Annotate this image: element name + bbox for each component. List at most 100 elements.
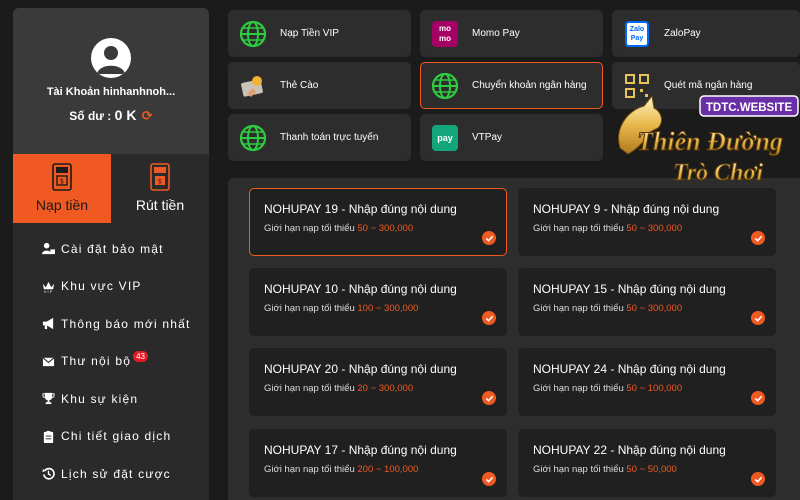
balance: Số dư : 0 K ⟳ xyxy=(13,107,209,124)
menu-item-label: Cài đặt bảo mật xyxy=(61,241,164,256)
menu-item-label: Lịch sử đặt cược xyxy=(61,466,171,481)
deposit-option[interactable]: NOHUPAY 19 - Nhập đúng nội dung Giới hạn… xyxy=(249,188,507,256)
user-silhouette-icon xyxy=(97,46,125,74)
check-icon xyxy=(751,391,765,405)
deposit-option[interactable]: NOHUPAY 22 - Nhập đúng nội dung Giới hạn… xyxy=(518,429,776,497)
check-icon xyxy=(482,311,496,325)
menu-item-security[interactable]: Cài đặt bảo mật xyxy=(13,230,209,268)
option-range: 50 ~ 300,000 xyxy=(626,223,683,234)
svg-text:$: $ xyxy=(60,178,64,186)
option-limit-label: Giới hạn nạp tối thiểu xyxy=(264,303,355,314)
option-range: 20 ~ 300,000 xyxy=(357,383,414,394)
thien-duong-tro-choi-logo: TDTC.WEBSITE Thiên Đường Trò Chơi xyxy=(618,94,799,187)
method-bank-transfer[interactable]: Chuyển khoản ngân hàng xyxy=(420,62,603,109)
unread-count-badge: 43 xyxy=(133,350,148,362)
atm-withdraw-icon: $ xyxy=(150,163,170,191)
method-zalopay[interactable]: Zalo Pay ZaloPay xyxy=(612,10,800,57)
menu-item-label: Thư nội bộ xyxy=(61,354,132,369)
tab-deposit-label: Nạp tiền xyxy=(35,197,89,213)
option-limit: Giới hạn nạp tối thiểu 20 ~ 300,000 xyxy=(264,383,506,395)
menu-item-events[interactable]: Khu sự kiện xyxy=(13,380,209,418)
scratch-card-icon xyxy=(239,72,267,100)
option-title: NOHUPAY 15 - Nhập đúng nội dung xyxy=(533,282,726,296)
method-vtpay[interactable]: pay VTPay xyxy=(420,114,603,161)
globe-icon xyxy=(431,72,459,100)
menu-item-vip[interactable]: VIP Khu vực VIP xyxy=(13,268,209,306)
option-title: NOHUPAY 22 - Nhập đúng nội dung xyxy=(533,443,726,457)
method-label: Thanh toán trực tuyến xyxy=(280,132,379,143)
menu-item-label: Khu sự kiện xyxy=(61,391,139,406)
menu-item-announcements[interactable]: Thông báo mới nhất xyxy=(13,305,209,343)
option-limit-label: Giới hạn nạp tối thiểu xyxy=(533,464,624,475)
check-icon xyxy=(751,231,765,245)
option-limit-label: Giới hạn nạp tối thiểu xyxy=(533,223,624,234)
globe-icon xyxy=(239,124,267,152)
option-limit: Giới hạn nạp tối thiểu 50 ~ 300,000 xyxy=(533,223,775,235)
account-sidebar: Tài Khoản hinhanhnoh... Số dư : 0 K ⟳ $ … xyxy=(13,8,209,500)
deposit-option[interactable]: NOHUPAY 10 - Nhập đúng nội dung Giới hạn… xyxy=(249,268,507,336)
deposit-option[interactable]: NOHUPAY 20 - Nhập đúng nội dung Giới hạn… xyxy=(249,348,507,416)
menu-item-inbox[interactable]: Thư nội bộ 43 xyxy=(13,343,209,381)
trophy-icon xyxy=(41,392,55,406)
option-range: 50 ~ 300,000 xyxy=(357,223,414,234)
check-icon xyxy=(751,472,765,486)
method-label: Momo Pay xyxy=(472,28,520,39)
tab-deposit[interactable]: $ Nạp tiền xyxy=(13,154,111,223)
option-limit-label: Giới hạn nạp tối thiểu xyxy=(533,303,624,314)
zalopay-icon: Zalo Pay xyxy=(623,20,651,48)
option-title: NOHUPAY 24 - Nhập đúng nội dung xyxy=(533,362,726,376)
option-range: 50 ~ 300,000 xyxy=(626,303,683,314)
method-label: Thẻ Cào xyxy=(280,80,319,91)
deposit-option[interactable]: NOHUPAY 9 - Nhập đúng nội dung Giới hạn … xyxy=(518,188,776,256)
option-limit: Giới hạn nạp tối thiểu 50 ~ 50,000 xyxy=(533,464,775,476)
check-icon xyxy=(751,311,765,325)
globe-icon xyxy=(239,20,267,48)
balance-value: 0 K xyxy=(114,107,137,123)
site-badge-text: TDTC.WEBSITE xyxy=(706,102,793,114)
option-title: NOHUPAY 10 - Nhập đúng nội dung xyxy=(264,282,457,296)
vtpay-icon: pay xyxy=(431,124,459,152)
momo-icon: mo mo xyxy=(431,20,459,48)
avatar[interactable] xyxy=(91,38,131,78)
atm-deposit-icon: $ xyxy=(52,163,72,191)
deposit-option[interactable]: NOHUPAY 15 - Nhập đúng nội dung Giới hạn… xyxy=(518,268,776,336)
option-title: NOHUPAY 9 - Nhập đúng nội dung xyxy=(533,202,720,216)
method-momo[interactable]: mo mo Momo Pay xyxy=(420,10,603,57)
vip-crown-icon: VIP xyxy=(41,279,55,293)
method-scratch-card[interactable]: Thẻ Cào xyxy=(228,62,411,109)
logo-line1: Thiên Đường xyxy=(637,127,783,156)
profile-card: Tài Khoản hinhanhnoh... Số dư : 0 K ⟳ xyxy=(13,8,209,154)
envelope-icon xyxy=(41,354,55,368)
option-limit-label: Giới hạn nạp tối thiểu xyxy=(533,383,624,394)
check-icon xyxy=(482,472,496,486)
option-range: 100 ~ 300,000 xyxy=(357,303,419,314)
option-title: NOHUPAY 17 - Nhập đúng nội dung xyxy=(264,443,457,457)
logo-line2: Trò Chơi xyxy=(673,160,763,186)
refresh-icon[interactable]: ⟳ xyxy=(142,108,153,124)
option-limit-label: Giới hạn nạp tối thiểu xyxy=(264,223,355,234)
method-label: Chuyển khoản ngân hàng xyxy=(472,80,587,91)
option-limit: Giới hạn nạp tối thiểu 50 ~ 300,000 xyxy=(533,303,775,315)
deposit-options-panel: NOHUPAY 19 - Nhập đúng nội dung Giới hạn… xyxy=(228,178,800,500)
method-label: VTPay xyxy=(472,132,503,143)
momo-icon-text: mo mo xyxy=(432,20,458,47)
svg-text:$: $ xyxy=(158,178,162,186)
menu-item-transactions[interactable]: Chi tiết giao dịch xyxy=(13,418,209,456)
option-range: 200 ~ 100,000 xyxy=(357,464,419,475)
tab-withdraw[interactable]: $ Rút tiền xyxy=(111,154,209,223)
menu-item-label: Khu vực VIP xyxy=(61,279,142,294)
menu-item-label: Thông báo mới nhất xyxy=(61,316,191,331)
method-vip-deposit[interactable]: Nạp Tiền VIP xyxy=(228,10,411,57)
zalopay-icon-text: Zalo Pay xyxy=(625,20,649,47)
deposit-option[interactable]: NOHUPAY 17 - Nhập đúng nội dung Giới hạn… xyxy=(249,429,507,497)
option-limit: Giới hạn nạp tối thiểu 50 ~ 100,000 xyxy=(533,383,775,395)
option-range: 50 ~ 50,000 xyxy=(626,464,677,475)
balance-label: Số dư : xyxy=(69,109,112,123)
check-icon xyxy=(482,231,496,245)
menu-item-bet-history[interactable]: Lịch sử đặt cược xyxy=(13,455,209,493)
vtpay-icon-text: pay xyxy=(432,124,458,151)
method-online-payment[interactable]: Thanh toán trực tuyến xyxy=(228,114,411,161)
option-range: 50 ~ 100,000 xyxy=(626,383,683,394)
option-limit-label: Giới hạn nạp tối thiểu xyxy=(264,383,355,394)
deposit-option[interactable]: NOHUPAY 24 - Nhập đúng nội dung Giới hạn… xyxy=(518,348,776,416)
